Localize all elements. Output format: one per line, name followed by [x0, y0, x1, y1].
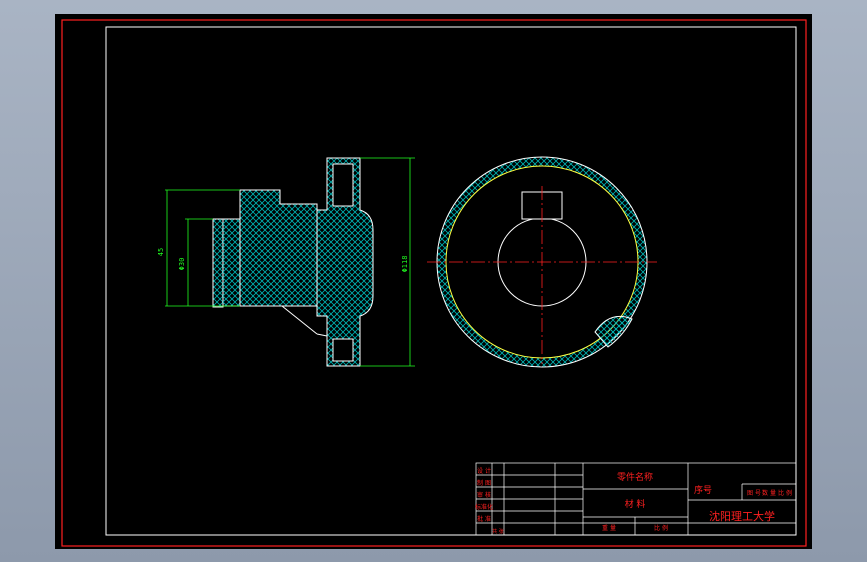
- university-name: 沈阳理工大学: [709, 509, 775, 523]
- col-b: 数 量: [762, 489, 776, 497]
- section-view: 45 Φ30 Φ118: [157, 157, 415, 367]
- row-design: 设 计: [477, 467, 491, 475]
- material-label: 材 料: [625, 498, 646, 510]
- sub-scale: 比 例: [654, 524, 668, 532]
- sub-weight: 重 量: [602, 524, 616, 532]
- end-view: [427, 156, 657, 368]
- col-c: 比 例: [778, 489, 792, 497]
- serial-label: 序号: [694, 484, 712, 496]
- row-check: 审 核: [477, 491, 491, 499]
- sub-sheet: 共 张: [492, 528, 504, 535]
- key-pocket-lower: [332, 338, 354, 362]
- dim-phi30: Φ30: [178, 258, 186, 271]
- drawing-canvas: 45 Φ30 Φ118 零件名称 材 料 序号 沈阳理工大学 设 计 制 图 审…: [55, 14, 812, 549]
- row-std: 标准化: [475, 503, 493, 511]
- outer-frame: [61, 19, 807, 547]
- row-draw: 制 图: [477, 479, 491, 487]
- hub-step: [223, 218, 241, 307]
- dim-phi118: Φ118: [401, 256, 409, 273]
- key-pocket: [332, 163, 354, 207]
- title-block-text: 零件名称 材 料 序号 沈阳理工大学 设 计 制 图 审 核 标准化 批 准 图…: [475, 467, 792, 535]
- col-a: 图 号: [747, 490, 761, 497]
- cad-drawing: 45 Φ30 Φ118 零件名称 材 料 序号 沈阳理工大学 设 计 制 图 审…: [61, 19, 807, 547]
- part-name-label: 零件名称: [617, 471, 653, 483]
- dim-45: 45: [157, 248, 165, 256]
- bore-sleeve: [212, 218, 224, 308]
- hub-section: [239, 189, 318, 307]
- row-approve: 批 准: [477, 515, 491, 523]
